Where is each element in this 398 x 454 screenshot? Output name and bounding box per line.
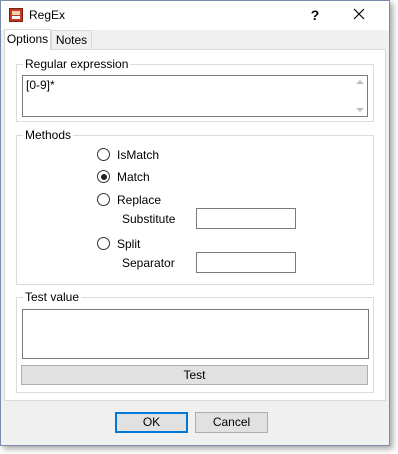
- regex-value: [0-9]*: [26, 78, 55, 92]
- separator-label: Separator: [122, 256, 175, 270]
- regex-group-label: Regular expression: [23, 57, 131, 71]
- close-icon: [353, 8, 365, 20]
- window-title: RegEx: [29, 8, 66, 22]
- regex-app-icon: [9, 8, 23, 22]
- radio-button[interactable]: [97, 193, 110, 206]
- radio-label: IsMatch: [117, 148, 160, 162]
- separator-field[interactable]: [196, 252, 296, 273]
- cancel-button[interactable]: Cancel: [195, 412, 268, 433]
- radio-label: Match: [117, 170, 150, 184]
- regex-dialog: RegEx ? Options Notes Regular expression…: [0, 0, 390, 446]
- regex-input[interactable]: [0-9]*: [22, 75, 368, 117]
- substitute-field[interactable]: [196, 208, 296, 229]
- scroll-up-arrow-icon[interactable]: [356, 80, 364, 84]
- methods-group-label: Methods: [23, 128, 74, 142]
- tab-notes[interactable]: Notes: [51, 30, 92, 49]
- title-bar: RegEx ?: [1, 1, 389, 30]
- test-value-input[interactable]: [22, 309, 369, 359]
- methods-group: Methods IsMatch Match Replace Substitute…: [16, 128, 374, 285]
- ok-button[interactable]: OK: [115, 412, 188, 433]
- scroll-down-arrow-icon[interactable]: [356, 108, 364, 112]
- test-value-group-label: Test value: [23, 290, 82, 304]
- tab-options[interactable]: Options: [4, 29, 51, 50]
- radio-button[interactable]: [97, 148, 110, 161]
- help-button[interactable]: ?: [305, 5, 325, 25]
- radio-button[interactable]: [97, 170, 110, 183]
- radio-label: Replace: [117, 193, 162, 207]
- regex-group: Regular expression [0-9]*: [16, 57, 374, 122]
- radio-label: Split: [117, 237, 141, 251]
- test-button[interactable]: Test: [21, 365, 368, 385]
- close-button[interactable]: [345, 5, 373, 25]
- options-panel: Regular expression [0-9]* Methods IsMatc…: [4, 49, 386, 401]
- substitute-label: Substitute: [122, 212, 176, 226]
- radio-button[interactable]: [97, 237, 110, 250]
